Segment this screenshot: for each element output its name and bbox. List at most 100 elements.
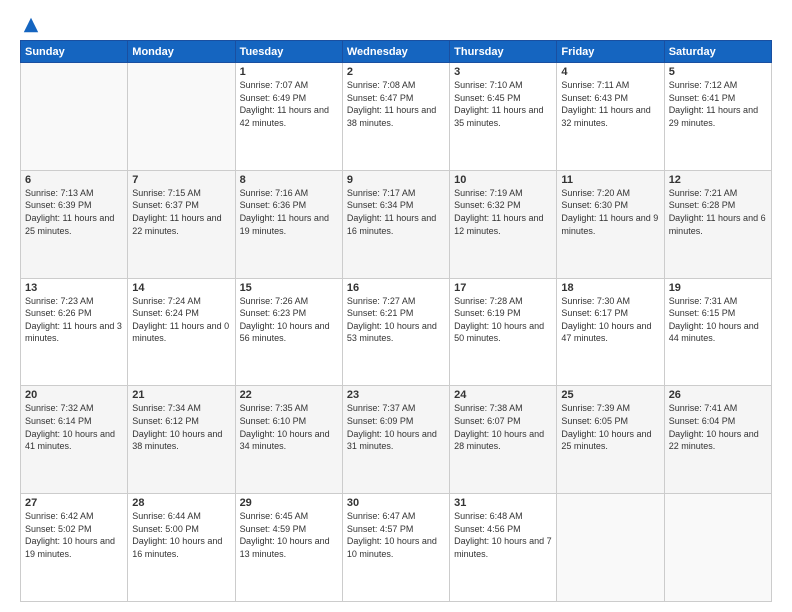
calendar-cell-4-7: 26Sunrise: 7:41 AM Sunset: 6:04 PM Dayli… [664,386,771,494]
calendar-cell-2-2: 7Sunrise: 7:15 AM Sunset: 6:37 PM Daylig… [128,170,235,278]
cell-info: Sunrise: 7:32 AM Sunset: 6:14 PM Dayligh… [25,402,123,452]
calendar-cell-3-7: 19Sunrise: 7:31 AM Sunset: 6:15 PM Dayli… [664,278,771,386]
cell-info: Sunrise: 7:15 AM Sunset: 6:37 PM Dayligh… [132,187,230,237]
calendar-cell-4-5: 24Sunrise: 7:38 AM Sunset: 6:07 PM Dayli… [450,386,557,494]
cell-info: Sunrise: 7:26 AM Sunset: 6:23 PM Dayligh… [240,295,338,345]
cell-info: Sunrise: 7:19 AM Sunset: 6:32 PM Dayligh… [454,187,552,237]
calendar-week-row-4: 20Sunrise: 7:32 AM Sunset: 6:14 PM Dayli… [21,386,772,494]
calendar-cell-1-6: 4Sunrise: 7:11 AM Sunset: 6:43 PM Daylig… [557,63,664,171]
day-number: 2 [347,66,445,78]
day-number: 27 [25,497,123,509]
day-number: 16 [347,282,445,294]
day-number: 1 [240,66,338,78]
cell-info: Sunrise: 7:23 AM Sunset: 6:26 PM Dayligh… [25,295,123,345]
calendar-cell-5-2: 28Sunrise: 6:44 AM Sunset: 5:00 PM Dayli… [128,494,235,602]
day-number: 25 [561,389,659,401]
calendar-cell-4-4: 23Sunrise: 7:37 AM Sunset: 6:09 PM Dayli… [342,386,449,494]
day-number: 21 [132,389,230,401]
cell-info: Sunrise: 7:10 AM Sunset: 6:45 PM Dayligh… [454,79,552,129]
cell-info: Sunrise: 7:21 AM Sunset: 6:28 PM Dayligh… [669,187,767,237]
calendar-cell-1-2 [128,63,235,171]
day-number: 15 [240,282,338,294]
day-number: 24 [454,389,552,401]
cell-info: Sunrise: 7:08 AM Sunset: 6:47 PM Dayligh… [347,79,445,129]
day-number: 13 [25,282,123,294]
calendar-week-row-3: 13Sunrise: 7:23 AM Sunset: 6:26 PM Dayli… [21,278,772,386]
calendar-cell-5-4: 30Sunrise: 6:47 AM Sunset: 4:57 PM Dayli… [342,494,449,602]
cell-info: Sunrise: 7:37 AM Sunset: 6:09 PM Dayligh… [347,402,445,452]
cell-info: Sunrise: 7:28 AM Sunset: 6:19 PM Dayligh… [454,295,552,345]
day-number: 19 [669,282,767,294]
calendar-cell-5-7 [664,494,771,602]
day-number: 31 [454,497,552,509]
day-number: 18 [561,282,659,294]
calendar-week-row-1: 1Sunrise: 7:07 AM Sunset: 6:49 PM Daylig… [21,63,772,171]
calendar-cell-2-3: 8Sunrise: 7:16 AM Sunset: 6:36 PM Daylig… [235,170,342,278]
calendar-header-monday: Monday [128,41,235,63]
calendar-cell-3-4: 16Sunrise: 7:27 AM Sunset: 6:21 PM Dayli… [342,278,449,386]
calendar-cell-1-7: 5Sunrise: 7:12 AM Sunset: 6:41 PM Daylig… [664,63,771,171]
cell-info: Sunrise: 7:17 AM Sunset: 6:34 PM Dayligh… [347,187,445,237]
day-number: 8 [240,174,338,186]
day-number: 6 [25,174,123,186]
calendar-cell-1-3: 1Sunrise: 7:07 AM Sunset: 6:49 PM Daylig… [235,63,342,171]
calendar-header-thursday: Thursday [450,41,557,63]
calendar-header-tuesday: Tuesday [235,41,342,63]
day-number: 11 [561,174,659,186]
cell-info: Sunrise: 7:34 AM Sunset: 6:12 PM Dayligh… [132,402,230,452]
day-number: 3 [454,66,552,78]
calendar-cell-2-1: 6Sunrise: 7:13 AM Sunset: 6:39 PM Daylig… [21,170,128,278]
day-number: 20 [25,389,123,401]
calendar-cell-5-6 [557,494,664,602]
cell-info: Sunrise: 7:31 AM Sunset: 6:15 PM Dayligh… [669,295,767,345]
cell-info: Sunrise: 6:45 AM Sunset: 4:59 PM Dayligh… [240,510,338,560]
calendar-header-saturday: Saturday [664,41,771,63]
logo-icon [22,16,40,34]
cell-info: Sunrise: 6:48 AM Sunset: 4:56 PM Dayligh… [454,510,552,560]
cell-info: Sunrise: 7:41 AM Sunset: 6:04 PM Dayligh… [669,402,767,452]
calendar-cell-3-2: 14Sunrise: 7:24 AM Sunset: 6:24 PM Dayli… [128,278,235,386]
day-number: 14 [132,282,230,294]
logo [20,16,40,32]
cell-info: Sunrise: 6:42 AM Sunset: 5:02 PM Dayligh… [25,510,123,560]
calendar-cell-2-4: 9Sunrise: 7:17 AM Sunset: 6:34 PM Daylig… [342,170,449,278]
cell-info: Sunrise: 7:38 AM Sunset: 6:07 PM Dayligh… [454,402,552,452]
day-number: 26 [669,389,767,401]
day-number: 28 [132,497,230,509]
calendar-cell-5-1: 27Sunrise: 6:42 AM Sunset: 5:02 PM Dayli… [21,494,128,602]
calendar-cell-2-6: 11Sunrise: 7:20 AM Sunset: 6:30 PM Dayli… [557,170,664,278]
calendar-table: SundayMondayTuesdayWednesdayThursdayFrid… [20,40,772,602]
logo-text [20,16,40,34]
day-number: 17 [454,282,552,294]
day-number: 9 [347,174,445,186]
calendar-cell-1-4: 2Sunrise: 7:08 AM Sunset: 6:47 PM Daylig… [342,63,449,171]
cell-info: Sunrise: 7:13 AM Sunset: 6:39 PM Dayligh… [25,187,123,237]
calendar-body: 1Sunrise: 7:07 AM Sunset: 6:49 PM Daylig… [21,63,772,602]
day-number: 4 [561,66,659,78]
day-number: 29 [240,497,338,509]
cell-info: Sunrise: 7:20 AM Sunset: 6:30 PM Dayligh… [561,187,659,237]
calendar-cell-1-1 [21,63,128,171]
calendar-cell-2-7: 12Sunrise: 7:21 AM Sunset: 6:28 PM Dayli… [664,170,771,278]
calendar-cell-4-1: 20Sunrise: 7:32 AM Sunset: 6:14 PM Dayli… [21,386,128,494]
day-number: 5 [669,66,767,78]
calendar-cell-5-5: 31Sunrise: 6:48 AM Sunset: 4:56 PM Dayli… [450,494,557,602]
header [20,16,772,32]
cell-info: Sunrise: 7:11 AM Sunset: 6:43 PM Dayligh… [561,79,659,129]
calendar-cell-3-5: 17Sunrise: 7:28 AM Sunset: 6:19 PM Dayli… [450,278,557,386]
calendar-header-sunday: Sunday [21,41,128,63]
calendar-header-row: SundayMondayTuesdayWednesdayThursdayFrid… [21,41,772,63]
calendar-header-friday: Friday [557,41,664,63]
page: SundayMondayTuesdayWednesdayThursdayFrid… [0,0,792,612]
calendar-cell-4-6: 25Sunrise: 7:39 AM Sunset: 6:05 PM Dayli… [557,386,664,494]
calendar-cell-3-3: 15Sunrise: 7:26 AM Sunset: 6:23 PM Dayli… [235,278,342,386]
calendar-header-wednesday: Wednesday [342,41,449,63]
calendar-cell-2-5: 10Sunrise: 7:19 AM Sunset: 6:32 PM Dayli… [450,170,557,278]
calendar-cell-4-3: 22Sunrise: 7:35 AM Sunset: 6:10 PM Dayli… [235,386,342,494]
cell-info: Sunrise: 7:16 AM Sunset: 6:36 PM Dayligh… [240,187,338,237]
cell-info: Sunrise: 7:39 AM Sunset: 6:05 PM Dayligh… [561,402,659,452]
calendar-cell-3-6: 18Sunrise: 7:30 AM Sunset: 6:17 PM Dayli… [557,278,664,386]
day-number: 30 [347,497,445,509]
day-number: 7 [132,174,230,186]
cell-info: Sunrise: 7:07 AM Sunset: 6:49 PM Dayligh… [240,79,338,129]
